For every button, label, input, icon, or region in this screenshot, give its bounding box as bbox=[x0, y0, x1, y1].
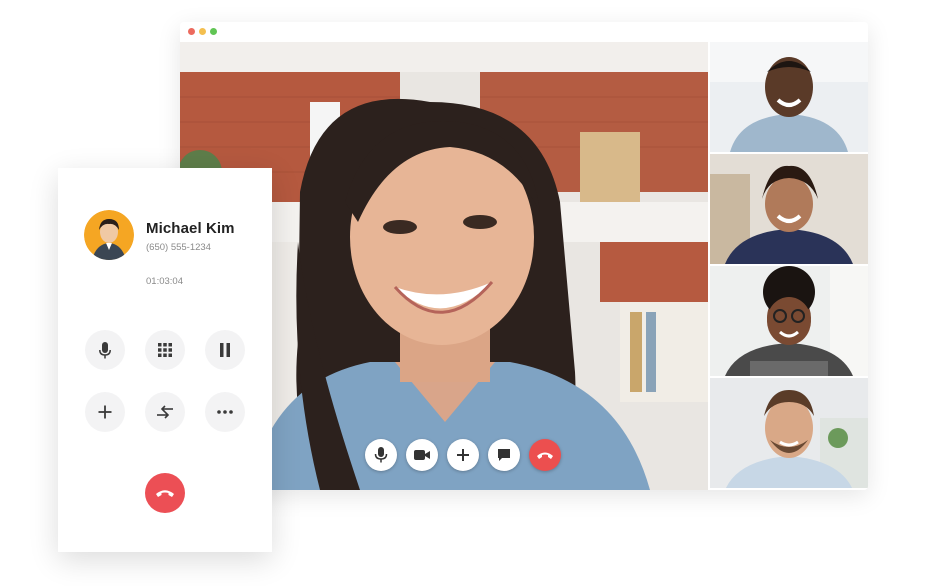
phone-dialer-panel: Michael Kim (650) 555-1234 01:03:04 bbox=[58, 168, 272, 552]
window-titlebar bbox=[180, 22, 868, 42]
window-maximize-button[interactable] bbox=[210, 28, 217, 35]
caller-name: Michael Kim bbox=[146, 220, 235, 237]
participant-tile-4[interactable] bbox=[710, 378, 868, 488]
video-chat-button[interactable] bbox=[488, 439, 520, 471]
microphone-icon bbox=[374, 447, 388, 463]
window-close-button[interactable] bbox=[188, 28, 195, 35]
video-mute-button[interactable] bbox=[365, 439, 397, 471]
video-call-controls bbox=[365, 439, 561, 471]
video-add-participant-button[interactable] bbox=[447, 439, 479, 471]
participant-tile-2[interactable] bbox=[710, 154, 868, 264]
video-hangup-button[interactable] bbox=[529, 439, 561, 471]
end-call-button[interactable] bbox=[145, 473, 185, 513]
more-icon bbox=[217, 410, 233, 414]
transfer-button[interactable] bbox=[145, 392, 185, 432]
plus-icon bbox=[457, 449, 469, 461]
video-call-window bbox=[180, 22, 868, 490]
add-call-button[interactable] bbox=[85, 392, 125, 432]
transfer-icon bbox=[157, 405, 173, 419]
caller-phone-number: (650) 555-1234 bbox=[146, 242, 211, 253]
window-minimize-button[interactable] bbox=[199, 28, 206, 35]
video-camera-button[interactable] bbox=[406, 439, 438, 471]
more-options-button[interactable] bbox=[205, 392, 245, 432]
participant-tile-1[interactable] bbox=[710, 42, 868, 152]
pause-icon bbox=[220, 343, 230, 357]
phone-hangup-icon bbox=[156, 490, 174, 497]
participant-tile-3[interactable] bbox=[710, 266, 868, 376]
phone-hangup-icon bbox=[537, 452, 553, 459]
microphone-icon bbox=[99, 341, 111, 358]
plus-icon bbox=[98, 405, 112, 419]
caller-avatar bbox=[84, 210, 134, 260]
hold-button[interactable] bbox=[205, 330, 245, 370]
chat-icon bbox=[498, 449, 510, 461]
participant-tiles bbox=[708, 42, 868, 490]
video-camera-icon bbox=[414, 450, 430, 460]
keypad-icon bbox=[158, 343, 172, 357]
call-duration: 01:03:04 bbox=[146, 276, 183, 287]
keypad-button[interactable] bbox=[145, 330, 185, 370]
mute-button[interactable] bbox=[85, 330, 125, 370]
